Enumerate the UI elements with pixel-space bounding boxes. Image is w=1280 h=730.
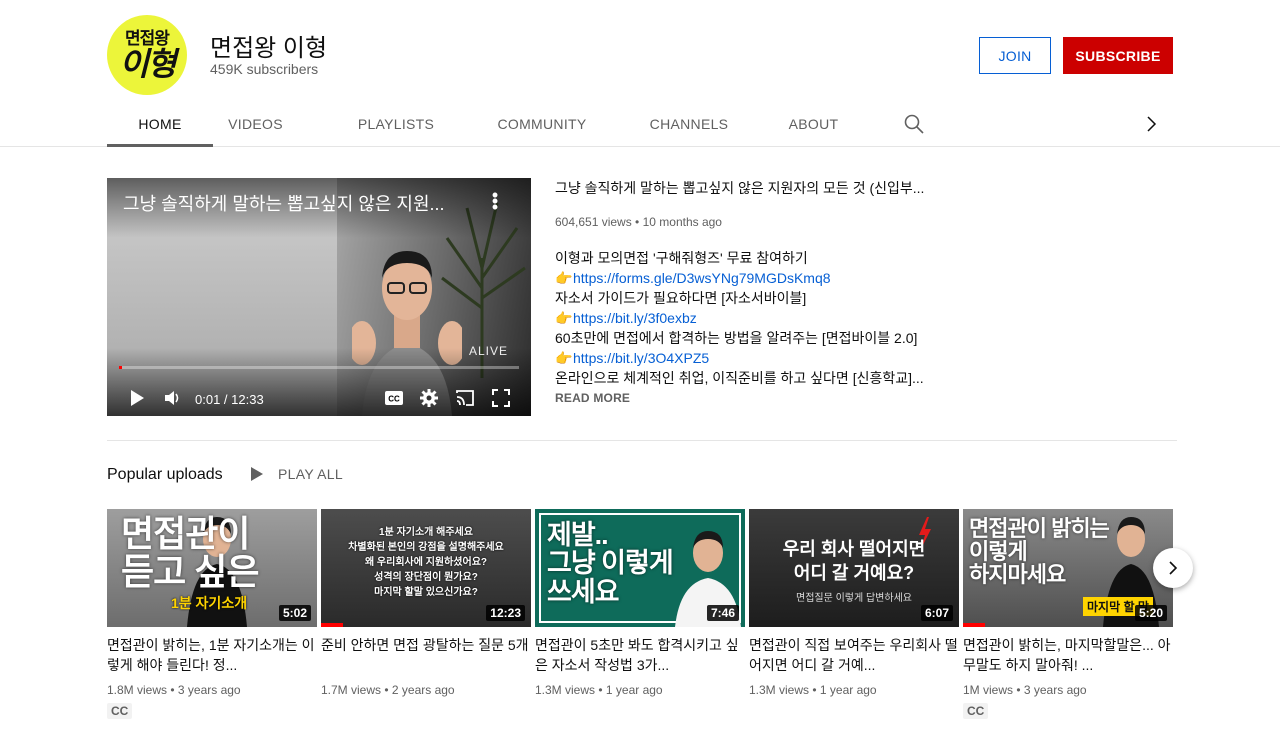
play-icon: [251, 467, 263, 481]
thumbnail-text: 면접관이 밝히는 이렇게 하지마세요: [969, 516, 1110, 588]
gear-icon[interactable]: [419, 388, 439, 408]
cc-badge: CC: [107, 703, 133, 719]
channel-header: 면접왕 이형 면접왕 이형 459K subscribers JOIN SUBS…: [0, 0, 1280, 147]
video-meta: 1.3M views • 1 year ago: [749, 683, 877, 697]
cast-icon[interactable]: [455, 388, 475, 408]
video-duration: 6:07: [920, 605, 953, 621]
svg-text:CC: CC: [388, 395, 400, 404]
video-thumbnail[interactable]: 우리 회사 떨어지면 어디 갈 거예요? 면접질문 이렇게 답변하세요 6:07: [749, 509, 959, 627]
desc-line: 자소서 가이드가 필요하다면 [자소서바이블]: [555, 290, 807, 306]
channel-avatar[interactable]: 면접왕 이형: [107, 15, 187, 95]
desc-line: 온라인으로 체계적인 취업, 이직준비를 하고 싶다면 [신흥학교]...: [555, 370, 924, 386]
video-card[interactable]: 우리 회사 떨어지면 어디 갈 거예요? 면접질문 이렇게 답변하세요 6:07…: [749, 509, 959, 697]
channel-name: 면접왕 이형: [210, 35, 328, 62]
shelf-next-button[interactable]: [1153, 548, 1193, 588]
video-card[interactable]: 면접관이 듣고 싶은 1분 자기소개 5:02 면접관이 밝히는, 1분 자기소…: [107, 509, 317, 720]
more-vert-icon[interactable]: • • •: [490, 186, 500, 216]
read-more-button[interactable]: READ MORE: [555, 391, 630, 405]
volume-icon[interactable]: [163, 388, 183, 408]
section-title[interactable]: Popular uploads: [107, 466, 223, 484]
video-title[interactable]: 면접관이 직접 보여주는 우리회사 떨어지면 어디 갈 거예...: [749, 635, 959, 675]
video-duration: 7:46: [706, 605, 739, 621]
video-meta: 1.8M views • 3 years ago: [107, 683, 241, 697]
pointing-hand-icon: 👉: [555, 270, 573, 286]
tab-about[interactable]: ABOUT: [772, 100, 855, 147]
video-title[interactable]: 면접관이 밝히는, 마지막할말은... 아무말도 하지 말아줘! ...: [963, 635, 1173, 675]
progress-fill: [119, 366, 122, 369]
play-icon[interactable]: [127, 388, 147, 408]
video-thumbnail[interactable]: 면접관이 듣고 싶은 1분 자기소개 5:02: [107, 509, 317, 627]
chevron-right-icon[interactable]: [1139, 112, 1163, 136]
subscriber-count: 459K subscribers: [210, 61, 319, 77]
play-all-label: PLAY ALL: [278, 466, 343, 482]
video-meta: 1.7M views • 2 years ago: [321, 683, 455, 697]
video-thumbnail[interactable]: 제발.. 그냥 이렇게 쓰세요 7:46: [535, 509, 745, 627]
desc-line: 60초만에 면접에서 합격하는 방법을 알려주는 [면접바이블 2.0]: [555, 330, 918, 346]
tab-community[interactable]: COMMUNITY: [482, 100, 602, 147]
desc-link-line: 👉https://forms.gle/D3wsYNg79MGDsKmq8: [555, 268, 955, 288]
channel-tabs: HOME VIDEOS PLAYLISTS COMMUNITY CHANNELS…: [107, 100, 1177, 147]
thumbnail-subtext: 면접질문 이렇게 답변하세요: [796, 593, 912, 604]
video-thumbnail[interactable]: 1분 자기소개 해주세요 차별화된 본인의 강점을 설명해주세요 왜 우리회사에…: [321, 509, 531, 627]
desc-link-line: 👉https://bit.ly/3f0exbz: [555, 308, 955, 328]
video-card[interactable]: 면접관이 밝히는 이렇게 하지마세요 마지막 할 말 5:20 면접관이 밝히는…: [963, 509, 1173, 720]
chevron-right-icon: [1169, 561, 1178, 575]
player-title[interactable]: 그냥 솔직하게 말하는 뽑고싶지 않은 지원...: [123, 190, 473, 216]
fullscreen-icon[interactable]: [491, 388, 511, 408]
subscribe-button[interactable]: SUBSCRIBE: [1063, 37, 1173, 74]
desc-line: 이형과 모의면접 '구해줘형즈' 무료 참여하기: [555, 250, 808, 266]
tab-videos[interactable]: VIDEOS: [213, 100, 298, 147]
video-card[interactable]: 1분 자기소개 해주세요 차별화된 본인의 강점을 설명해주세요 왜 우리회사에…: [321, 509, 531, 697]
tab-playlists[interactable]: PLAYLISTS: [332, 100, 460, 147]
video-title[interactable]: 면접관이 밝히는, 1분 자기소개는 이렇게 해야 들린다! 정...: [107, 635, 317, 675]
video-card[interactable]: 제발.. 그냥 이렇게 쓰세요 7:46 면접관이 5초만 봐도 합격시키고 싶…: [535, 509, 745, 697]
video-thumbnail[interactable]: 면접관이 밝히는 이렇게 하지마세요 마지막 할 말 5:20: [963, 509, 1173, 627]
thumbnail-text: 우리 회사 떨어지면 어디 갈 거예요?: [782, 539, 926, 583]
featured-video-title[interactable]: 그냥 솔직하게 말하는 뽑고싶지 않은 지원자의 모든 것 (신입부...: [555, 178, 955, 198]
section-divider: [107, 440, 1177, 441]
video-meta: 1.3M views • 1 year ago: [535, 683, 663, 697]
avatar-line2: 이형: [119, 46, 177, 82]
video-duration: 5:20: [1134, 605, 1167, 621]
captions-icon[interactable]: CC: [384, 388, 404, 408]
join-button[interactable]: JOIN: [979, 37, 1051, 74]
featured-video-description: 이형과 모의면접 '구해줘형즈' 무료 참여하기 👉https://forms.…: [555, 248, 955, 388]
featured-video-meta: 604,651 views • 10 months ago: [555, 215, 722, 229]
thumbnail-subtext: 1분 자기소개: [171, 595, 248, 611]
video-title[interactable]: 면접관이 5초만 봐도 합격시키고 싶은 자소서 작성법 3가...: [535, 635, 745, 675]
tab-channels[interactable]: CHANNELS: [634, 100, 744, 147]
thumbnail-text: 제발.. 그냥 이렇게 쓰세요: [547, 520, 674, 607]
search-icon[interactable]: [902, 112, 926, 136]
play-all-button[interactable]: PLAY ALL: [250, 466, 343, 482]
thumbnail-text: 1분 자기소개 해주세요 차별화된 본인의 강점을 설명해주세요 왜 우리회사에…: [348, 527, 504, 598]
video-duration: 12:23: [486, 605, 525, 621]
pointing-hand-icon: 👉: [555, 350, 573, 366]
brand-watermark: ALIVE: [469, 344, 509, 358]
video-title[interactable]: 준비 안하면 면접 광탈하는 질문 5개: [321, 635, 531, 675]
tab-home[interactable]: HOME: [107, 100, 213, 147]
video-duration: 5:02: [278, 605, 311, 621]
time-display: 0:01 / 12:33: [195, 392, 264, 407]
desc-link[interactable]: https://bit.ly/3O4XPZ5: [573, 350, 709, 366]
desc-link[interactable]: https://forms.gle/D3wsYNg79MGDsKmq8: [573, 270, 831, 286]
desc-link-line: 👉https://bit.ly/3O4XPZ5: [555, 348, 955, 368]
progress-bar[interactable]: [119, 366, 519, 369]
featured-video-player[interactable]: 그냥 솔직하게 말하는 뽑고싶지 않은 지원... • • • ALIVE 0:01…: [107, 178, 531, 416]
pointing-hand-icon: 👉: [555, 310, 573, 326]
watch-progress: [321, 623, 343, 627]
desc-link[interactable]: https://bit.ly/3f0exbz: [573, 310, 697, 326]
thumbnail-text: 면접관이 듣고 싶은: [121, 513, 259, 592]
watch-progress: [963, 623, 985, 627]
video-meta: 1M views • 3 years ago: [963, 683, 1087, 697]
cc-badge: CC: [963, 703, 989, 719]
